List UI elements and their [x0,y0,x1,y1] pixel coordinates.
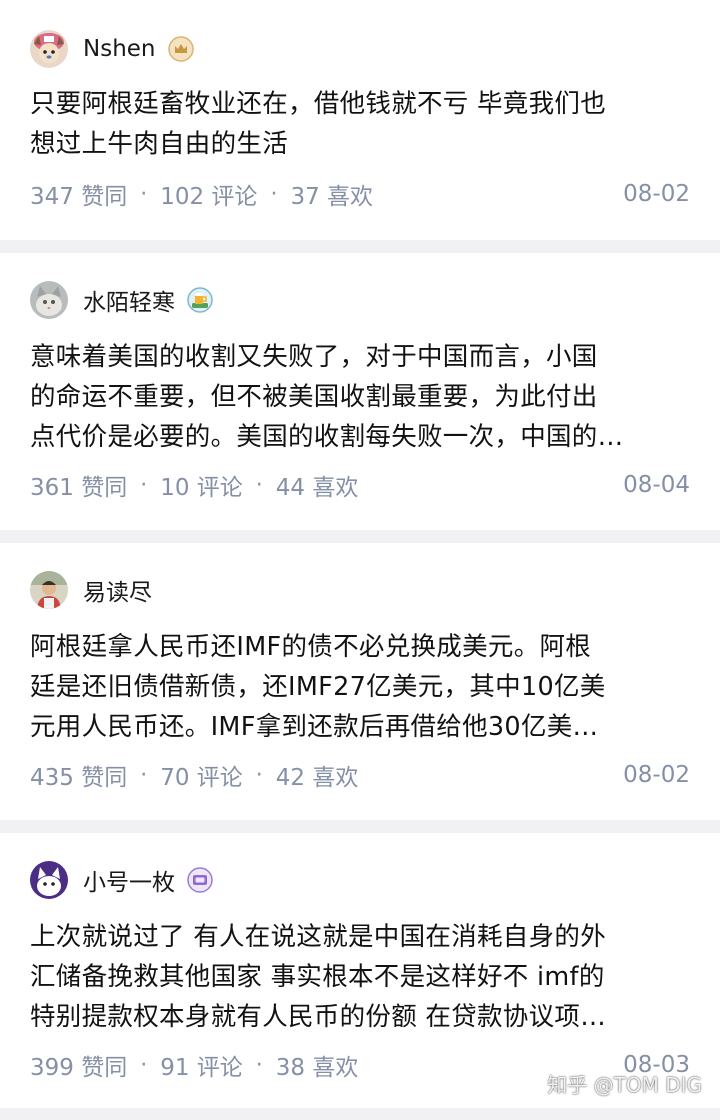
screen-badge-icon [187,867,213,893]
watermark: 知乎 @TOM DIG [547,1073,702,1097]
vote-count: 361 赞同 [30,475,128,501]
answer-meta: 435 赞同 · 70 评论 · 42 喜欢 08-02 [30,757,690,793]
author-row[interactable]: 水陌轻寒 [30,281,213,319]
author-name[interactable]: 水陌轻寒 [83,283,175,317]
avatar[interactable] [30,571,68,609]
comment-count: 70 评论 [160,765,243,791]
separator: · [140,762,148,788]
beer-badge-icon [187,287,213,313]
favorite-count: 44 喜欢 [275,475,359,501]
author-row[interactable]: 小号一枚 [30,861,213,899]
separator: · [140,472,148,498]
avatar[interactable] [30,30,68,68]
comment-count: 10 评论 [160,475,243,501]
answer-date: 08-04 [623,472,690,498]
answer-excerpt[interactable]: 上次就说过了 有人在说这就是中国在消耗自身的外 汇储备挽救其他国家 事实根本不是… [30,917,690,1037]
comment-count: 91 评论 [160,1055,243,1081]
vote-count: 435 赞同 [30,765,128,791]
crown-badge-icon [167,36,194,62]
excerpt-line: 元用人民币还。IMF拿到还款后再借给他30亿美… [30,712,599,742]
answer-date: 08-02 [623,762,690,788]
author-row[interactable]: 易读尽 [30,571,152,609]
excerpt-line: 上次就说过了 有人在说这就是中国在消耗自身的外 [30,922,607,952]
favorite-count: 42 喜欢 [275,765,359,791]
excerpt-line: 意味着美国的收割又失败了，对于中国而言，小国 [30,342,598,372]
separator: · [270,181,278,207]
answer-meta: 347 赞同 · 102 评论 · 37 喜欢 08-02 [30,176,690,212]
answer-card[interactable]: 小号一枚 上次就说过了 有人在说这就是中国在消耗自身的外 汇储备挽救其他国家 事… [0,833,720,1108]
excerpt-line: 点代价是必要的。美国的收割每失败一次，中国的… [30,422,624,452]
answer-card[interactable]: 易读尽 阿根廷拿人民币还IMF的债不必兑换成美元。阿根 廷是还旧债借新债，还IM… [0,543,720,820]
comment-count: 102 评论 [160,184,258,210]
answer-excerpt[interactable]: 意味着美国的收割又失败了，对于中国而言，小国 的命运不重要，但不被美国收割最重要… [30,337,690,457]
answer-card[interactable]: 水陌轻寒 意味着美国的收割又失败了，对于中国而言，小国 的命运不重要，但不被美国… [0,253,720,530]
favorite-count: 37 喜欢 [290,184,374,210]
excerpt-line: 阿根廷拿人民币还IMF的债不必兑换成美元。阿根 [30,632,592,662]
separator: · [140,181,148,207]
vote-count: 347 赞同 [30,184,128,210]
author-name[interactable]: 易读尽 [83,573,152,607]
excerpt-line: 的命运不重要，但不被美国收割最重要，为此付出 [30,382,598,412]
vote-count: 399 赞同 [30,1055,128,1081]
excerpt-line: 只要阿根廷畜牧业还在，借他钱就不亏 毕竟我们也 [30,89,607,119]
excerpt-line: 想过上牛肉自由的生活 [30,129,289,159]
separator: · [255,472,263,498]
separator: · [140,1052,148,1078]
favorite-count: 38 喜欢 [275,1055,359,1081]
answer-meta: 361 赞同 · 10 评论 · 44 喜欢 08-04 [30,467,690,503]
author-name[interactable]: 小号一枚 [83,863,175,897]
avatar[interactable] [30,861,68,899]
author-name[interactable]: Nshen [83,36,156,62]
separator: · [255,762,263,788]
answer-excerpt[interactable]: 阿根廷拿人民币还IMF的债不必兑换成美元。阿根 廷是还旧债借新债，还IMF27亿… [30,627,690,747]
answer-excerpt[interactable]: 只要阿根廷畜牧业还在，借他钱就不亏 毕竟我们也 想过上牛肉自由的生活 [30,84,690,164]
excerpt-line: 汇储备挽救其他国家 事实根本不是这样好不 imf的 [30,962,605,992]
avatar[interactable] [30,281,68,319]
separator: · [255,1052,263,1078]
excerpt-line: 廷是还旧债借新债，还IMF27亿美元，其中10亿美 [30,672,606,702]
answer-date: 08-02 [623,181,690,207]
author-row[interactable]: Nshen [30,30,194,68]
answer-card[interactable]: Nshen 只要阿根廷畜牧业还在，借他钱就不亏 毕竟我们也 想过上牛肉自由的生活… [0,0,720,240]
excerpt-line: 特别提款权本身就有人民币的份额 在贷款协议项… [30,1002,607,1032]
